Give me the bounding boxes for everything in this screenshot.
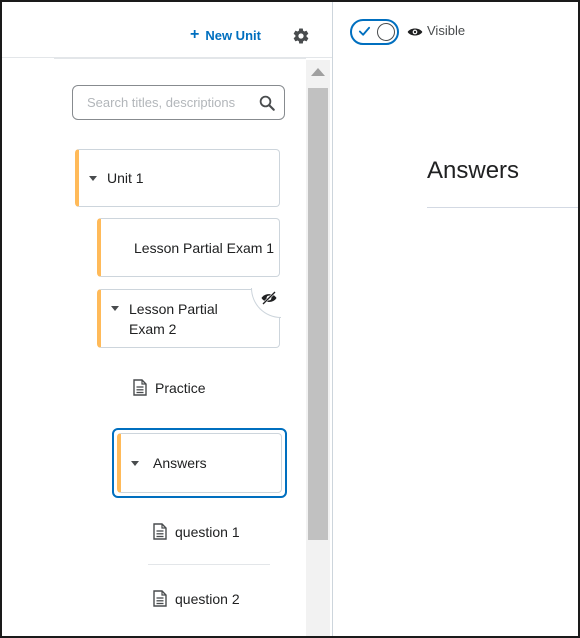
nav-scrollbar[interactable] [306,60,330,636]
hidden-eye-icon [261,291,277,305]
folder-card-answers[interactable]: Answers [117,433,282,493]
lesson-label: Lesson Partial Exam 1 [134,239,275,256]
search-box [72,85,285,120]
visibility-label: Visible [427,23,466,38]
plus-icon: + [190,26,200,43]
topic-item-question-1[interactable]: question 1 [153,523,240,540]
visibility-toggle[interactable] [350,19,399,45]
eye-icon [407,28,423,36]
document-icon [153,590,167,607]
search-icon[interactable] [258,94,276,112]
item-divider [148,564,270,565]
caret-down-icon[interactable] [131,460,139,466]
caret-down-icon[interactable] [89,175,97,181]
topic-item-question-2[interactable]: question 2 [153,590,240,607]
caret-down-icon[interactable] [111,306,119,311]
panel-divider [332,2,333,636]
app-frame: + New Unit Unit 1 Lesson Partial Exam 1 … [0,0,580,638]
nav-separator [54,58,306,59]
lesson-card[interactable]: Lesson Partial Exam 1 [97,218,280,277]
new-unit-label: New Unit [205,27,261,43]
topic-label: Practice [155,379,206,396]
folder-label: Answers [153,455,207,471]
toggle-knob [377,23,395,41]
topic-item-practice[interactable]: Practice [133,379,206,396]
unit-card[interactable]: Unit 1 [75,149,280,207]
new-unit-button[interactable]: + New Unit [190,24,261,46]
scroll-up-arrow-icon[interactable] [311,68,325,76]
lesson-label: Lesson Partial Exam 2 [129,300,218,337]
page-title: Answers [427,157,520,184]
document-icon [153,523,167,540]
unit-label: Unit 1 [107,170,144,186]
topic-label: question 1 [175,523,240,540]
topic-label: question 2 [175,590,240,607]
title-divider [427,207,578,208]
document-icon [133,379,147,396]
nav-header [2,2,332,58]
lesson-card[interactable]: Lesson Partial Exam 2 [97,288,281,348]
scroll-thumb[interactable] [308,88,328,540]
gear-icon[interactable] [292,27,310,45]
search-input[interactable] [85,94,261,111]
check-icon [358,26,371,36]
